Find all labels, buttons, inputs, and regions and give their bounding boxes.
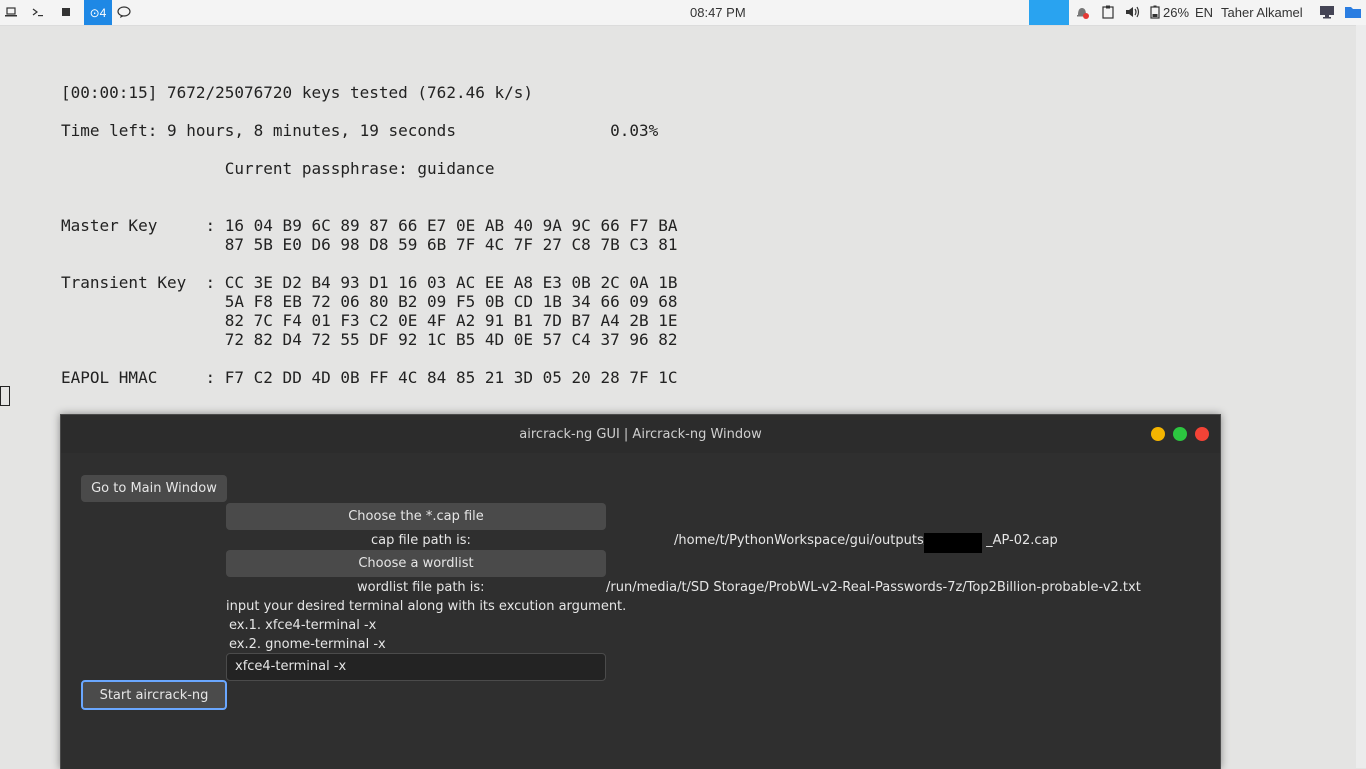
- display-icon[interactable]: [1318, 4, 1336, 20]
- volume-icon[interactable]: [1124, 4, 1142, 20]
- battery-percent: 26%: [1163, 5, 1190, 20]
- terminal-line: Current passphrase: guidance: [61, 159, 495, 178]
- cap-path-prefix: /home/t/PythonWorkspace/gui/outputs/: [674, 533, 929, 548]
- cap-path-suffix: _AP-02.cap: [986, 533, 1058, 548]
- redaction-bar: [924, 533, 982, 553]
- minimize-button[interactable]: [1151, 427, 1165, 441]
- terminal-instruction: input your desired terminal along with i…: [226, 599, 627, 614]
- terminal-line: Transient Key : CC 3E D2 B4 93 D1 16 03 …: [61, 273, 678, 292]
- cpu-graph[interactable]: [1029, 0, 1069, 25]
- example-2-label: ex.2. gnome-terminal -x: [229, 637, 386, 652]
- cap-path-label: cap file path is:: [371, 533, 471, 548]
- choose-wordlist-button[interactable]: Choose a wordlist: [226, 550, 606, 577]
- battery-icon[interactable]: [1149, 4, 1161, 20]
- terminal-line: 82 7C F4 01 F3 C2 0E 4F A2 91 B1 7D B7 A…: [61, 311, 678, 330]
- example-1-label: ex.1. xfce4-terminal -x: [229, 618, 377, 633]
- clipboard-icon[interactable]: [1100, 4, 1116, 20]
- terminal-line: 87 5B E0 D6 98 D8 59 6B 7F 4C 7F 27 C8 7…: [61, 235, 678, 254]
- cap-path-value: /home/t/PythonWorkspace/gui/outputs/ _AP-…: [674, 533, 1058, 548]
- laptop-icon[interactable]: [4, 4, 18, 20]
- aircrack-window: aircrack-ng GUI | Aircrack-ng Window Go …: [60, 414, 1221, 769]
- top-panel: ⊙4 08:47 PM 26% EN Taher Alkamel: [0, 0, 1366, 26]
- terminal-scrollbar[interactable]: [1356, 25, 1366, 768]
- folder-icon[interactable]: [1343, 4, 1363, 20]
- maximize-button[interactable]: [1173, 427, 1187, 441]
- terminal-line: EAPOL HMAC : F7 C2 DD 4D 0B FF 4C 84 85 …: [61, 368, 678, 387]
- terminal-line: 5A F8 EB 72 06 80 B2 09 F5 0B CD 1B 34 6…: [61, 292, 678, 311]
- wordlist-path-value: /run/media/t/SD Storage/ProbWL-v2-Real-P…: [606, 580, 1141, 595]
- notification-bell-icon[interactable]: [1074, 4, 1090, 20]
- close-button[interactable]: [1195, 427, 1209, 441]
- panel-clock[interactable]: 08:47 PM: [690, 5, 746, 20]
- window-titlebar[interactable]: aircrack-ng GUI | Aircrack-ng Window: [61, 415, 1220, 453]
- terminal-line: [00:00:15] 7672/25076720 keys tested (76…: [61, 83, 534, 102]
- wordlist-path-label: wordlist file path is:: [357, 580, 485, 595]
- start-aircrack-button[interactable]: Start aircrack-ng: [81, 680, 227, 710]
- chat-icon[interactable]: [116, 4, 132, 20]
- choose-cap-file-button[interactable]: Choose the *.cap file: [226, 503, 606, 530]
- terminal-output: [00:00:15] 7672/25076720 keys tested (76…: [61, 83, 678, 387]
- go-to-main-window-button[interactable]: Go to Main Window: [81, 475, 227, 502]
- workspace-indicator[interactable]: ⊙4: [84, 0, 112, 25]
- terminal-line: Time left: 9 hours, 8 minutes, 19 second…: [61, 121, 659, 140]
- terminal-icon[interactable]: [31, 4, 45, 20]
- terminal-command-input[interactable]: xfce4-terminal -x: [226, 653, 606, 681]
- user-name[interactable]: Taher Alkamel: [1221, 5, 1303, 20]
- terminal-line: 72 82 D4 72 55 DF 92 1C B5 4D 0E 57 C4 3…: [61, 330, 678, 349]
- app-icon[interactable]: [59, 4, 73, 20]
- terminal-cursor: [0, 386, 10, 406]
- window-title: aircrack-ng GUI | Aircrack-ng Window: [519, 427, 762, 442]
- terminal-line: Master Key : 16 04 B9 6C 89 87 66 E7 0E …: [61, 216, 678, 235]
- keyboard-layout[interactable]: EN: [1195, 5, 1213, 20]
